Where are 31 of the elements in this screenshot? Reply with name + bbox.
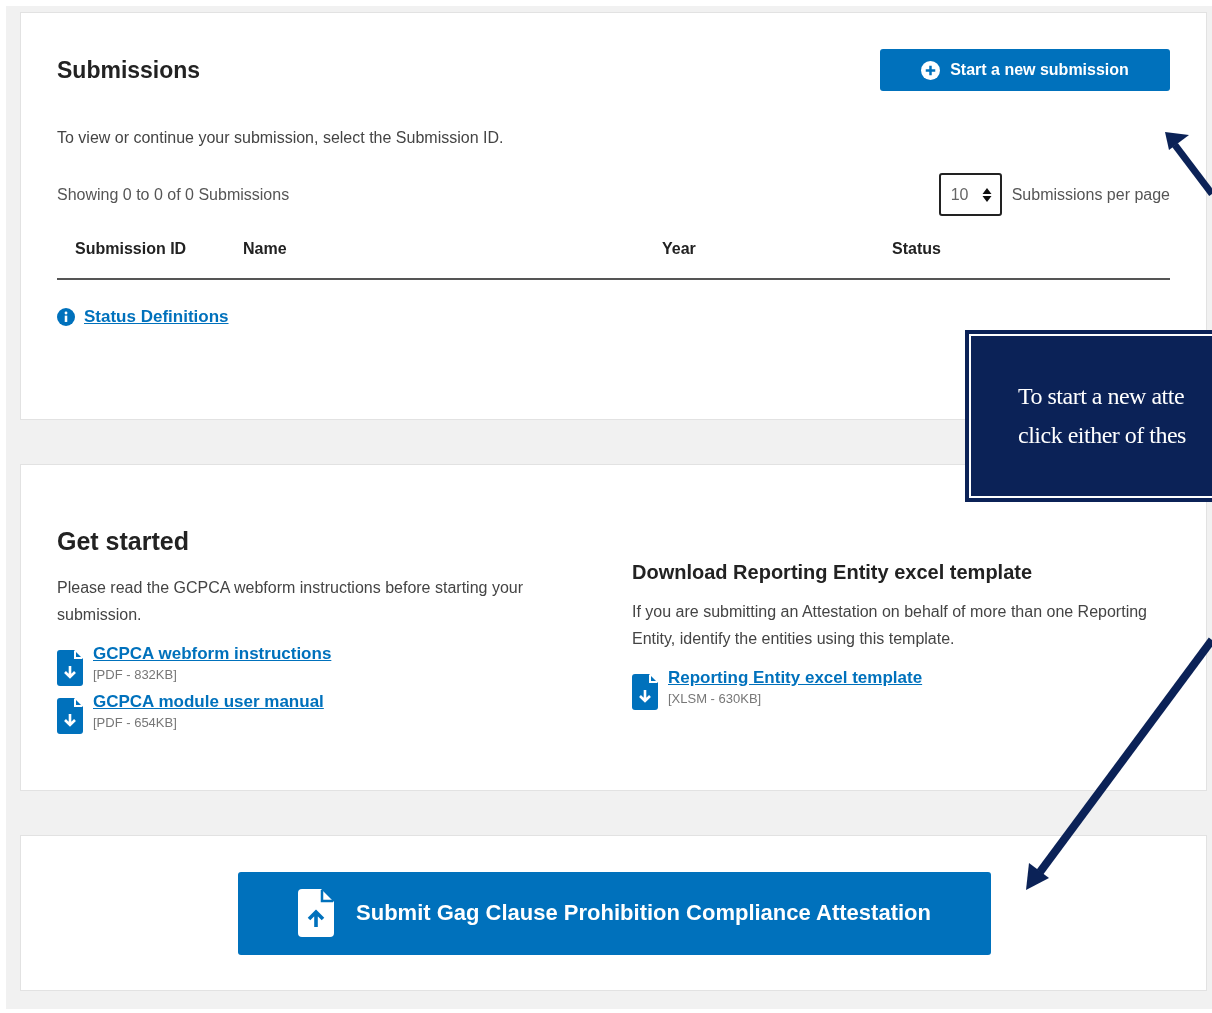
file-download-icon [57,650,83,686]
page-size-label: Submissions per page [1011,185,1170,204]
column-header[interactable]: Submission ID [75,240,243,258]
file-upload-icon [298,889,335,937]
file-size-text: [PDF - 832KB] [93,667,178,682]
column-header[interactable]: Year [662,240,892,258]
instruction-text: To view or continue your submission, select the Submission ID. [57,129,505,147]
callout-text: To start a new atte [1018,383,1186,410]
plus-circle-icon [921,60,941,80]
section-title: Download Reporting Entity excel template [632,561,1034,584]
file-download-icon [57,698,83,734]
document-link[interactable]: GCPCA webform instructions [93,644,332,664]
submit-attestation-button[interactable]: Submit Gag Clause Prohibition Compliance Attestation [238,871,991,955]
section-title: Get started [57,527,190,556]
column-header[interactable]: Status [892,240,1170,258]
file-download-icon [632,674,658,710]
column-header[interactable]: Name [243,240,662,258]
instruction-text: If you are submitting an Attestation on behalf of more than one Reporting Entity, identify the entities using this template. [632,602,1148,649]
file-size-text: [PDF - 654KB] [93,715,178,730]
results-count: Showing 0 to 0 of 0 Submissions [57,185,290,204]
document-link[interactable]: Reporting Entity excel template [668,668,923,688]
start-submission-button[interactable]: Start a new submission [880,49,1170,91]
instruction-text: Please read the GCPCA webform instructions before starting your submission. [57,578,524,625]
document-link[interactable]: GCPCA module user manual [93,692,324,712]
sort-icon [981,186,992,203]
page-size-select[interactable]: 10 [938,173,1002,216]
section-title: Submissions [57,56,201,84]
info-icon [57,308,75,326]
callout-text: click either of thes [1018,422,1187,449]
status-definitions-link[interactable]: Status Definitions [84,307,229,327]
file-size-text: [XLSM - 630KB] [668,691,763,706]
